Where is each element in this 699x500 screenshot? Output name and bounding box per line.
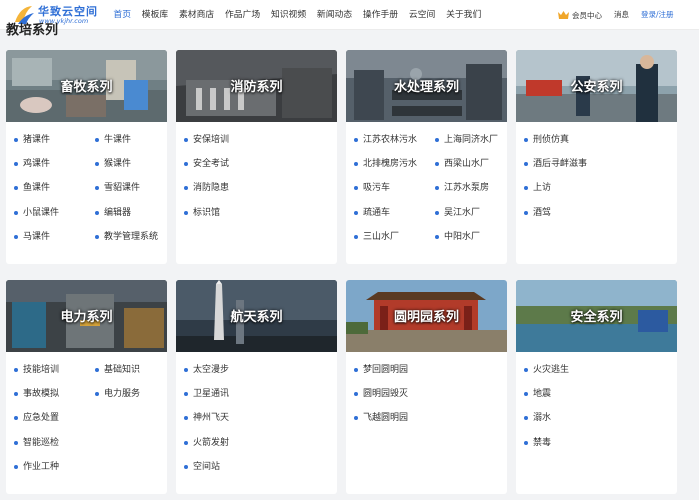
course-link[interactable]: 江苏水泵房 xyxy=(434,182,489,194)
card-cover-image: 水处理系列 xyxy=(346,50,507,122)
course-link[interactable]: 事故模拟 xyxy=(13,388,59,400)
series-card-police[interactable]: 公安系列 刑侦仿真 酒后寻衅滋事 上访 酒驾 xyxy=(516,50,677,264)
course-link[interactable]: 牛课件 xyxy=(94,134,131,146)
card-cover-image: 畜牧系列 xyxy=(6,50,167,122)
course-link[interactable]: 教学管理系统 xyxy=(94,231,158,243)
course-link[interactable]: 地震 xyxy=(523,388,551,400)
nav-cloud-space[interactable]: 云空间 xyxy=(404,0,441,30)
nav-asset-store[interactable]: 素材商店 xyxy=(174,0,220,30)
card-cover-image: 电力系列 xyxy=(6,280,167,352)
course-link[interactable]: 应急处置 xyxy=(13,412,59,424)
course-link[interactable]: 安全考试 xyxy=(183,158,229,170)
nav-works[interactable]: 作品广场 xyxy=(220,0,266,30)
course-link[interactable]: 电力服务 xyxy=(94,388,140,400)
course-link[interactable]: 火箭发射 xyxy=(183,437,229,449)
nav-videos[interactable]: 知识视频 xyxy=(266,0,312,30)
card-title: 水处理系列 xyxy=(393,80,459,95)
card-cover-image: 安全系列 xyxy=(516,280,677,352)
course-link[interactable]: 酒驾 xyxy=(523,207,551,219)
nav-about[interactable]: 关于我们 xyxy=(441,0,487,30)
series-card-power[interactable]: 电力系列 技能培训 基础知识 事故模拟 电力服务 应急处置 智能巡检 作业工种 xyxy=(6,280,167,494)
course-link[interactable]: 上访 xyxy=(523,182,551,194)
main-nav: 首页 模板库 素材商店 作品广场 知识视频 新闻动态 操作手册 云空间 关于我们 xyxy=(108,0,487,30)
course-link[interactable]: 猪课件 xyxy=(13,134,50,146)
course-link[interactable]: 智能巡检 xyxy=(13,437,59,449)
course-link[interactable]: 江苏农林污水 xyxy=(353,134,417,146)
course-link[interactable]: 编辑器 xyxy=(94,207,131,219)
member-center-link[interactable]: 会员中心 xyxy=(557,9,602,21)
card-cover-image: 公安系列 xyxy=(516,50,677,122)
course-link[interactable]: 圆明园毁灭 xyxy=(353,388,408,400)
series-card-livestock[interactable]: 畜牧系列 猪课件 牛课件 鸡课件 猴课件 鱼课件 雪貂课件 小鼠课件 编辑器 马… xyxy=(6,50,167,264)
nav-home[interactable]: 首页 xyxy=(108,0,136,30)
card-cover-image: 消防系列 xyxy=(176,50,337,122)
course-link[interactable]: 太空漫步 xyxy=(183,364,229,376)
card-cover-image: 航天系列 xyxy=(176,280,337,352)
course-link[interactable]: 溺水 xyxy=(523,412,551,424)
course-link[interactable]: 猴课件 xyxy=(94,158,131,170)
course-link[interactable]: 西梁山水厂 xyxy=(434,158,489,170)
series-card-fire[interactable]: 消防系列 安保培训 安全考试 消防隐患 标识馆 xyxy=(176,50,337,264)
series-card-yuanmingyuan[interactable]: 圆明园系列 梦回圆明园 圆明园毁灭 飞越圆明园 xyxy=(346,280,507,494)
course-link[interactable]: 标识馆 xyxy=(183,207,220,219)
course-link[interactable]: 鸡课件 xyxy=(13,158,50,170)
card-title: 安全系列 xyxy=(570,310,623,325)
course-link[interactable]: 中阳水厂 xyxy=(434,231,480,243)
nav-templates[interactable]: 模板库 xyxy=(136,0,173,30)
course-link[interactable]: 作业工种 xyxy=(13,461,59,473)
course-link[interactable]: 梦回圆明园 xyxy=(353,364,408,376)
course-link[interactable]: 北排槐房污水 xyxy=(353,158,417,170)
course-link[interactable]: 小鼠课件 xyxy=(13,207,59,219)
nav-news[interactable]: 新闻动态 xyxy=(312,0,358,30)
course-link[interactable]: 基础知识 xyxy=(94,364,140,376)
card-cover-image: 圆明园系列 xyxy=(346,280,507,352)
course-link[interactable]: 吴江水厂 xyxy=(434,207,480,219)
course-link[interactable]: 疏通车 xyxy=(353,207,390,219)
messages-link[interactable]: 消息 xyxy=(614,9,629,21)
card-title: 消防系列 xyxy=(230,80,283,95)
login-register-link[interactable]: 登录/注册 xyxy=(641,9,674,21)
card-title: 航天系列 xyxy=(230,310,283,325)
card-title: 公安系列 xyxy=(570,80,623,95)
series-card-aerospace[interactable]: 航天系列 太空漫步 卫星通讯 神州飞天 火箭发射 空间站 xyxy=(176,280,337,494)
course-link[interactable]: 火灾逃生 xyxy=(523,364,569,376)
course-link[interactable]: 酒后寻衅滋事 xyxy=(523,158,587,170)
card-title: 畜牧系列 xyxy=(60,80,113,95)
member-center-label: 会员中心 xyxy=(572,10,602,20)
course-link[interactable]: 技能培训 xyxy=(13,364,59,376)
card-title: 电力系列 xyxy=(60,310,113,325)
course-link[interactable]: 马课件 xyxy=(13,231,50,243)
course-link[interactable]: 上海同济水厂 xyxy=(434,134,498,146)
nav-manual[interactable]: 操作手册 xyxy=(358,0,404,30)
course-link[interactable]: 神州飞天 xyxy=(183,412,229,424)
course-link[interactable]: 吸污车 xyxy=(353,182,390,194)
section-title: 教培系列 xyxy=(6,23,59,38)
course-link[interactable]: 鱼课件 xyxy=(13,182,50,194)
card-title: 圆明园系列 xyxy=(393,310,459,325)
course-link[interactable]: 飞越圆明园 xyxy=(353,412,408,424)
top-header: 华致云空间 www.ykjhr.com 首页 模板库 素材商店 作品广场 知识视… xyxy=(0,0,699,30)
course-link[interactable]: 空间站 xyxy=(183,461,220,473)
course-link[interactable]: 卫星通讯 xyxy=(183,388,229,400)
course-link[interactable]: 安保培训 xyxy=(183,134,229,146)
course-link[interactable]: 消防隐患 xyxy=(183,182,229,194)
course-link[interactable]: 三山水厂 xyxy=(353,231,399,243)
course-link[interactable]: 禁毒 xyxy=(523,437,551,449)
crown-icon xyxy=(558,11,569,19)
series-card-water[interactable]: 水处理系列 江苏农林污水 上海同济水厂 北排槐房污水 西梁山水厂 吸污车 江苏水… xyxy=(346,50,507,264)
series-card-safety[interactable]: 安全系列 火灾逃生 地震 溺水 禁毒 xyxy=(516,280,677,494)
course-link[interactable]: 雪貂课件 xyxy=(94,182,140,194)
course-link[interactable]: 刑侦仿真 xyxy=(523,134,569,146)
